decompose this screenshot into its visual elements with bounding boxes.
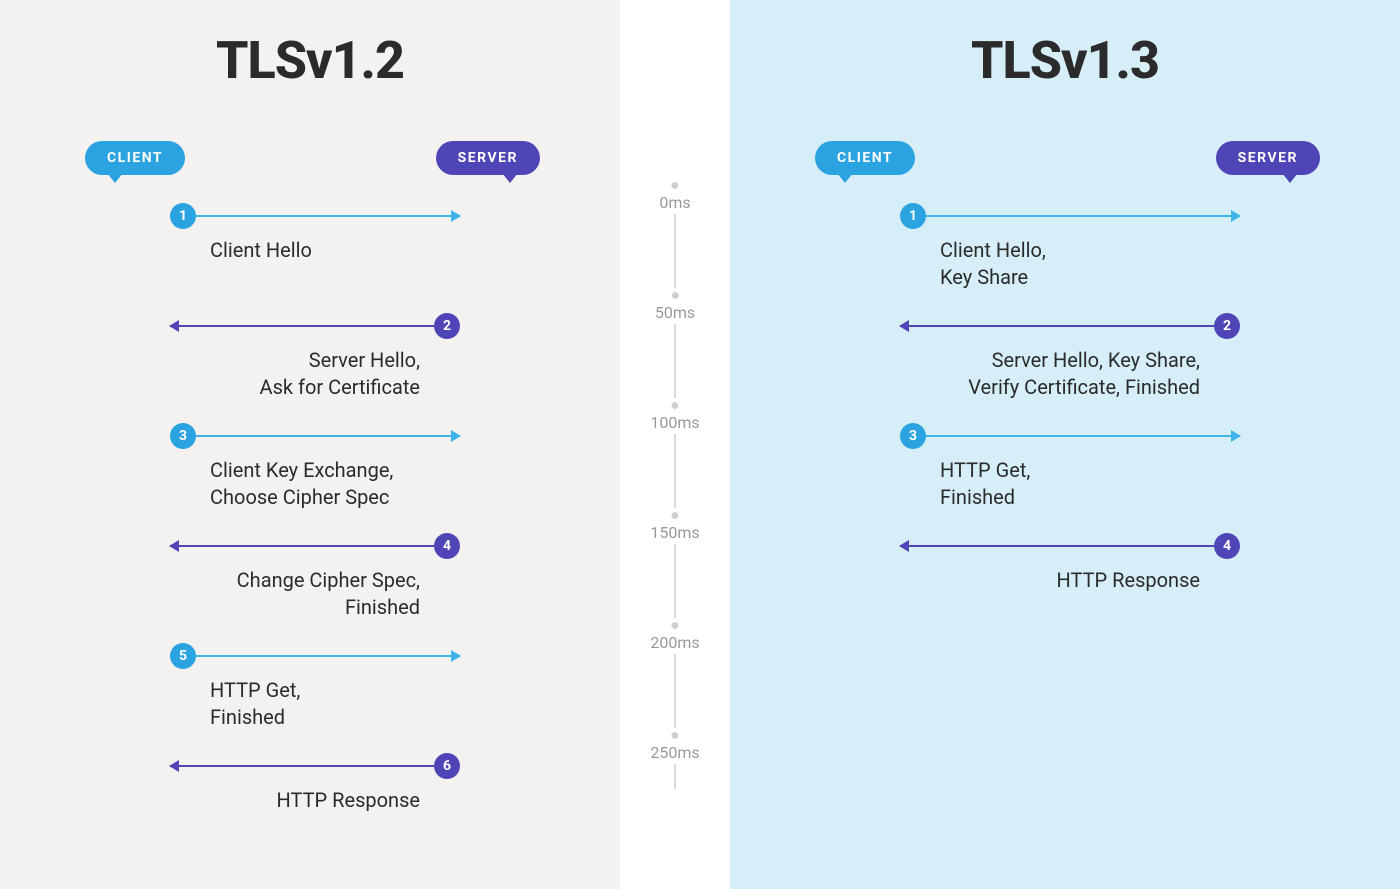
step-4: 4 HTTP Response bbox=[900, 533, 1240, 594]
panel-tls13: TLSv1.3 CLIENT SERVER 1 Client Hello,Key … bbox=[730, 0, 1400, 889]
step-number: 5 bbox=[170, 643, 196, 669]
step-number: 3 bbox=[900, 423, 926, 449]
tick-dot-icon bbox=[671, 732, 678, 739]
tick-dot-icon bbox=[671, 622, 678, 629]
diagram-tls12: CLIENT SERVER 1 Client Hello 2 Server Hello… bbox=[0, 141, 620, 833]
step-label: Server Hello,Ask for Certificate bbox=[170, 347, 460, 401]
arrow-head-icon bbox=[169, 760, 179, 772]
tick-label: 50ms bbox=[651, 301, 699, 324]
arrow-left-icon: 2 bbox=[170, 313, 460, 339]
tick-label: 250ms bbox=[646, 741, 703, 764]
arrow-line bbox=[900, 325, 1214, 327]
arrow-line bbox=[926, 435, 1240, 437]
step-3: 3 HTTP Get,Finished bbox=[900, 423, 1240, 511]
tick-label: 200ms bbox=[646, 631, 703, 654]
tick-label: 150ms bbox=[646, 521, 703, 544]
tick-dot-icon bbox=[671, 402, 678, 409]
step-6: 6 HTTP Response bbox=[170, 753, 460, 814]
step-number: 1 bbox=[170, 203, 196, 229]
step-2: 2 Server Hello,Ask for Certificate bbox=[170, 313, 460, 401]
arrow-line bbox=[196, 435, 460, 437]
step-number: 4 bbox=[1214, 533, 1240, 559]
arrow-head-icon bbox=[169, 320, 179, 332]
title-tls13: TLSv1.3 bbox=[730, 30, 1400, 91]
tick-dot-icon bbox=[672, 292, 679, 299]
arrow-left-icon: 4 bbox=[170, 533, 460, 559]
step-label: Server Hello, Key Share,Verify Certifica… bbox=[900, 347, 1240, 401]
arrow-line bbox=[170, 765, 434, 767]
step-label: HTTP Response bbox=[170, 787, 460, 814]
arrow-head-icon bbox=[169, 540, 179, 552]
badges-row: CLIENT SERVER bbox=[85, 141, 540, 175]
step-label: HTTP Get,Finished bbox=[900, 457, 1240, 511]
arrow-head-icon bbox=[1231, 430, 1241, 442]
server-badge: SERVER bbox=[436, 141, 540, 175]
badges-row: CLIENT SERVER bbox=[815, 141, 1320, 175]
step-label: Change Cipher Spec,Finished bbox=[170, 567, 460, 621]
arrow-right-icon: 5 bbox=[170, 643, 460, 669]
step-2: 2 Server Hello, Key Share,Verify Certific… bbox=[900, 313, 1240, 401]
arrow-line bbox=[926, 215, 1240, 217]
timeline-line bbox=[674, 198, 676, 789]
tick-dot-icon bbox=[672, 182, 679, 189]
arrow-right-icon: 3 bbox=[170, 423, 460, 449]
timeline-panel: 0ms 50ms 100ms 150ms 200ms 250ms bbox=[620, 0, 730, 889]
arrow-line bbox=[900, 545, 1214, 547]
arrow-right-icon: 1 bbox=[170, 203, 460, 229]
arrow-line bbox=[196, 655, 460, 657]
arrow-right-icon: 1 bbox=[900, 203, 1240, 229]
title-tls12: TLSv1.2 bbox=[0, 30, 620, 91]
step-3: 3 Client Key Exchange,Choose Cipher Spec bbox=[170, 423, 460, 511]
timeline-tick: 200ms bbox=[646, 622, 703, 654]
steps-container-left: 1 Client Hello 2 Server Hello,Ask for Certi… bbox=[85, 193, 540, 833]
step-number: 4 bbox=[434, 533, 460, 559]
step-label: HTTP Response bbox=[900, 567, 1240, 594]
server-badge: SERVER bbox=[1216, 141, 1320, 175]
timeline-tick: 100ms bbox=[646, 402, 703, 434]
step-5: 5 HTTP Get,Finished bbox=[170, 643, 460, 731]
step-number: 6 bbox=[434, 753, 460, 779]
step-number: 2 bbox=[1214, 313, 1240, 339]
tick-label: 0ms bbox=[655, 191, 694, 214]
arrow-left-icon: 4 bbox=[900, 533, 1240, 559]
arrow-left-icon: 6 bbox=[170, 753, 460, 779]
steps-container-right: 1 Client Hello,Key Share 2 Server Hello, Ke… bbox=[815, 193, 1320, 833]
arrow-head-icon bbox=[451, 210, 461, 222]
step-label: HTTP Get,Finished bbox=[170, 677, 460, 731]
timeline-tick: 150ms bbox=[646, 512, 703, 544]
step-number: 1 bbox=[900, 203, 926, 229]
arrow-head-icon bbox=[451, 430, 461, 442]
step-1: 1 Client Hello,Key Share bbox=[900, 203, 1240, 291]
tick-dot-icon bbox=[671, 512, 678, 519]
step-4: 4 Change Cipher Spec,Finished bbox=[170, 533, 460, 621]
arrow-line bbox=[170, 325, 434, 327]
timeline-tick: 50ms bbox=[651, 292, 699, 324]
step-label: Client Hello bbox=[170, 237, 460, 264]
arrow-head-icon bbox=[1231, 210, 1241, 222]
arrow-head-icon bbox=[899, 320, 909, 332]
arrow-line bbox=[196, 215, 460, 217]
step-label: Client Hello,Key Share bbox=[900, 237, 1240, 291]
step-1: 1 Client Hello bbox=[170, 203, 460, 264]
arrow-line bbox=[170, 545, 434, 547]
step-label: Client Key Exchange,Choose Cipher Spec bbox=[170, 457, 460, 511]
step-number: 2 bbox=[434, 313, 460, 339]
arrow-head-icon bbox=[899, 540, 909, 552]
timeline-tick: 0ms bbox=[655, 182, 694, 214]
client-badge: CLIENT bbox=[815, 141, 915, 175]
client-badge: CLIENT bbox=[85, 141, 185, 175]
arrow-head-icon bbox=[451, 650, 461, 662]
step-number: 3 bbox=[170, 423, 196, 449]
arrow-right-icon: 3 bbox=[900, 423, 1240, 449]
arrow-left-icon: 2 bbox=[900, 313, 1240, 339]
diagram-tls13: CLIENT SERVER 1 Client Hello,Key Share 2 Se… bbox=[730, 141, 1400, 833]
panel-tls12: TLSv1.2 CLIENT SERVER 1 Client Hello 2 Serv… bbox=[0, 0, 620, 889]
timeline-tick: 250ms bbox=[646, 732, 703, 764]
tick-label: 100ms bbox=[646, 411, 703, 434]
